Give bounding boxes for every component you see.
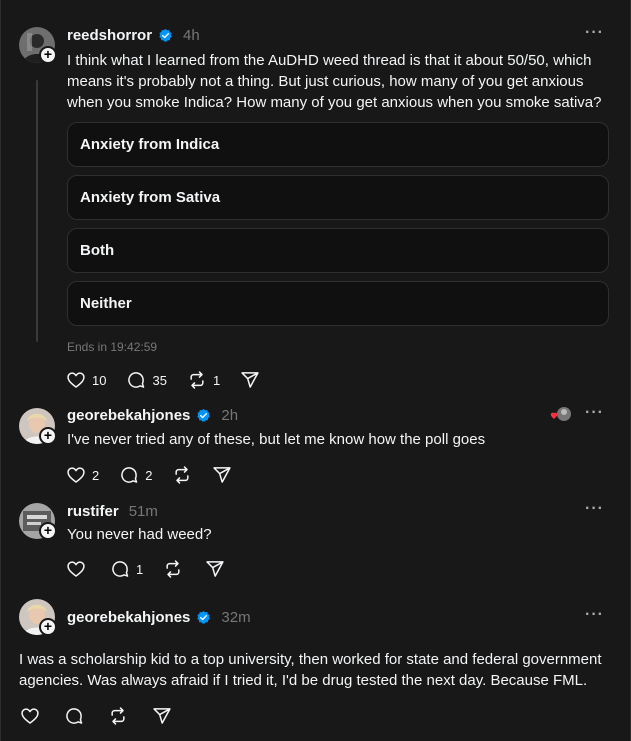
post-actions: 2 2 (66, 464, 232, 486)
post-header: reedshorror 4h (67, 25, 200, 45)
more-dots-icon[interactable]: ··· (585, 405, 604, 426)
post-actions: 10 35 1 (66, 369, 260, 391)
comment-icon (119, 465, 139, 485)
like-button[interactable] (20, 706, 40, 726)
username[interactable]: rustifer (67, 503, 119, 520)
poll-ends-time: Ends in 19:42:59 (67, 340, 158, 354)
send-icon (152, 706, 172, 726)
like-button[interactable]: 10 (66, 370, 106, 390)
post-text: You never had weed? (67, 526, 212, 543)
timestamp: 4h (183, 26, 200, 44)
more-dots-icon[interactable]: ··· (585, 607, 604, 628)
reply-count: 1 (136, 561, 144, 577)
post-header: georebekahjones 2h (67, 405, 238, 425)
username[interactable]: reedshorror (67, 27, 152, 44)
repost-icon (108, 706, 128, 726)
poll-option-neither[interactable]: Neither (67, 281, 609, 326)
reply-count: 35 (152, 372, 167, 388)
like-count: 10 (92, 372, 107, 388)
more-dots-icon[interactable]: ··· (585, 501, 604, 522)
follow-plus-icon[interactable]: + (39, 427, 57, 445)
heart-icon (66, 370, 86, 390)
timestamp: 51m (128, 502, 158, 520)
verified-badge-icon (196, 408, 211, 423)
heart-icon (66, 465, 86, 485)
post-actions (20, 705, 172, 727)
post-text: I think what I learned from the AuDHD we… (67, 52, 602, 111)
thread-line (36, 80, 38, 342)
heart-icon (20, 706, 40, 726)
comment-icon (110, 559, 130, 579)
share-button[interactable] (240, 370, 260, 390)
share-button[interactable] (152, 706, 172, 726)
reply-button[interactable]: 1 (110, 559, 143, 579)
like-button[interactable] (66, 559, 86, 579)
comment-icon (64, 706, 84, 726)
share-button[interactable] (205, 559, 225, 579)
like-button[interactable]: 2 (66, 465, 99, 485)
username[interactable]: georebekahjones (67, 407, 190, 424)
post-header: georebekahjones 32m (67, 607, 251, 627)
send-icon (205, 559, 225, 579)
poll-option-sativa[interactable]: Anxiety from Sativa (67, 175, 609, 220)
send-icon (240, 370, 260, 390)
reply-button[interactable] (64, 706, 84, 726)
username[interactable]: georebekahjones (67, 609, 190, 626)
reply-button[interactable]: 35 (126, 370, 167, 390)
follow-plus-icon[interactable]: + (39, 522, 57, 540)
repost-button[interactable]: 1 (187, 370, 220, 390)
more-dots-icon[interactable]: ··· (585, 25, 604, 46)
send-icon (212, 465, 232, 485)
follow-plus-icon[interactable]: + (39, 618, 57, 636)
repost-button[interactable] (172, 465, 192, 485)
post-actions: 1 (66, 558, 225, 580)
follow-plus-icon[interactable]: + (39, 46, 57, 64)
poll-option-both[interactable]: Both (67, 228, 609, 273)
reply-count: 2 (145, 467, 153, 483)
verified-badge-icon (196, 610, 211, 625)
heart-icon (66, 559, 86, 579)
repost-icon (187, 370, 207, 390)
repost-icon (163, 559, 183, 579)
post-text: I was a scholarship kid to a top univers… (19, 651, 602, 689)
post-text: I've never tried any of these, but let m… (67, 431, 486, 448)
timestamp: 2h (221, 406, 239, 424)
share-button[interactable] (212, 465, 232, 485)
verified-badge-icon (158, 28, 173, 43)
timestamp: 32m (221, 608, 251, 626)
like-count: 2 (92, 467, 100, 483)
post-header: rustifer 51m (67, 501, 158, 521)
reaction-avatars-icon (550, 406, 572, 424)
reply-button[interactable]: 2 (119, 465, 152, 485)
repost-button[interactable] (108, 706, 128, 726)
repost-icon (172, 465, 192, 485)
comment-icon (126, 370, 146, 390)
repost-button[interactable] (163, 559, 183, 579)
poll-option-indica[interactable]: Anxiety from Indica (67, 122, 609, 167)
repost-count: 1 (212, 372, 221, 388)
